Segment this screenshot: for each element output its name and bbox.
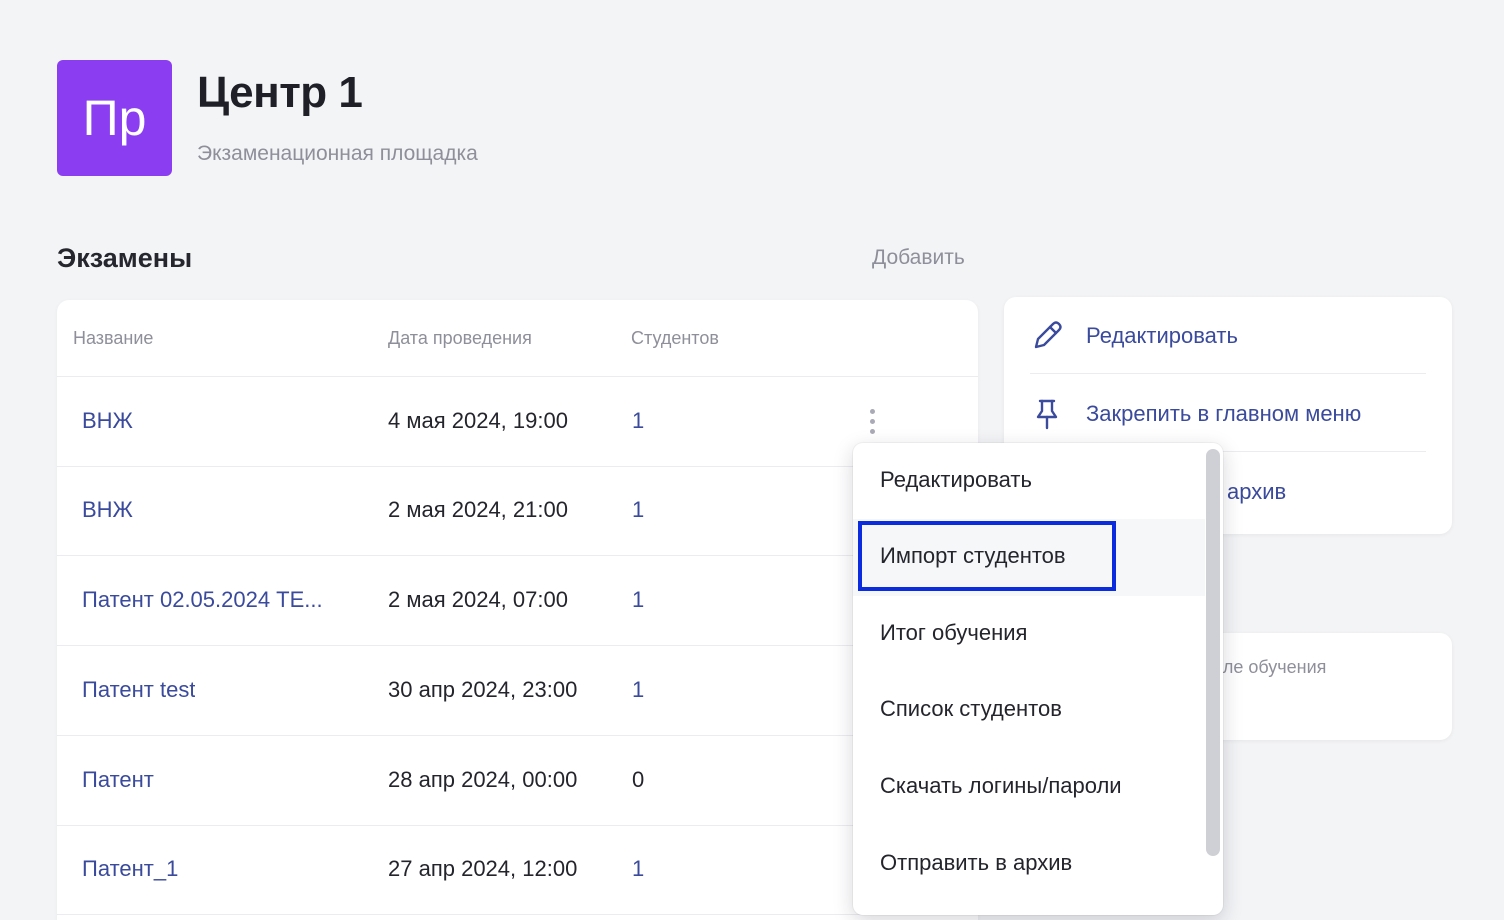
- student-count-link[interactable]: 1: [632, 587, 644, 613]
- exams-section-title: Экзамены: [57, 243, 193, 273]
- menu-item-label: Редактировать: [880, 467, 1032, 492]
- more-vertical-icon[interactable]: [862, 407, 882, 437]
- student-count-link[interactable]: 1: [632, 856, 644, 882]
- table-header: Название Дата проведения Студентов: [57, 300, 978, 377]
- edit-action[interactable]: Редактировать: [1030, 297, 1426, 374]
- exam-name-link[interactable]: Патент test: [82, 677, 195, 703]
- table-row: Патент 02.05.2024 ТЕ... 2 мая 2024, 07:0…: [57, 556, 978, 646]
- menu-item-label: Импорт студентов: [880, 543, 1066, 568]
- menu-item-download-credentials[interactable]: Скачать логины/пароли: [853, 749, 1205, 826]
- page-subtitle: Экзаменационная площадка: [197, 142, 478, 165]
- page: Пр Центр 1 Экзаменационная площадка Экза…: [0, 0, 1504, 920]
- menu-item-label: Список студентов: [880, 696, 1062, 721]
- menu-item-label: Отправить в архив: [880, 850, 1073, 875]
- pin-icon: [1036, 399, 1058, 430]
- pin-action[interactable]: Закрепить в главном меню: [1030, 375, 1426, 452]
- archive-action-label: архив: [1227, 479, 1287, 504]
- exam-name-link[interactable]: Патент: [82, 767, 154, 793]
- menu-item-label: Итог обучения: [880, 620, 1028, 645]
- menu-item-training-result[interactable]: Итог обучения: [853, 596, 1205, 673]
- exam-name-link[interactable]: Патент_1: [82, 856, 178, 882]
- exam-name-link[interactable]: Патент 02.05.2024 ТЕ...: [82, 587, 323, 613]
- page-title: Центр 1: [197, 68, 363, 117]
- table-row: ВНЖ 4 мая 2024, 19:00 1: [57, 377, 978, 467]
- menu-item-edit[interactable]: Редактировать: [853, 443, 1205, 520]
- column-header-name: Название: [73, 328, 154, 348]
- exam-date: 2 мая 2024, 21:00: [388, 497, 568, 522]
- pin-action-label: Закрепить в главном меню: [1086, 401, 1362, 426]
- context-menu: Редактировать Импорт студентов Итог обуч…: [853, 443, 1223, 915]
- avatar: Пр: [57, 60, 172, 176]
- table-row: ВНЖ 2 мая 2024, 21:00 1: [57, 466, 978, 556]
- student-count-link[interactable]: 1: [632, 497, 644, 523]
- student-count-link[interactable]: 1: [632, 677, 644, 703]
- exam-name-link[interactable]: ВНЖ: [82, 408, 133, 434]
- menu-item-student-list[interactable]: Список студентов: [853, 672, 1205, 749]
- menu-item-import-students[interactable]: Импорт студентов: [853, 519, 1205, 596]
- exam-name-link[interactable]: ВНЖ: [82, 497, 133, 523]
- student-count-link[interactable]: 1: [632, 408, 644, 434]
- menu-item-archive[interactable]: Отправить в архив: [853, 826, 1205, 903]
- exam-date: 30 апр 2024, 23:00: [388, 677, 578, 702]
- exams-table: Название Дата проведения Студентов ВНЖ 4…: [57, 300, 978, 920]
- pencil-icon: [1034, 321, 1062, 349]
- column-header-students: Студентов: [631, 328, 719, 348]
- menu-item-label: Скачать логины/пароли: [880, 773, 1122, 798]
- student-count: 0: [632, 767, 645, 792]
- menu-scrollbar[interactable]: [1206, 449, 1220, 856]
- table-row: Патент 28 апр 2024, 00:00 0: [57, 736, 978, 826]
- column-header-date: Дата проведения: [388, 328, 532, 348]
- exam-date: 28 апр 2024, 00:00: [388, 767, 578, 792]
- exam-date: 4 мая 2024, 19:00: [388, 408, 568, 433]
- edit-action-label: Редактировать: [1086, 323, 1238, 348]
- add-exam-link[interactable]: Добавить: [872, 246, 965, 270]
- table-row: Патент_1 27 апр 2024, 12:00 1: [57, 825, 978, 915]
- table-row: Патент test 30 апр 2024, 23:00 1: [57, 646, 978, 736]
- exam-date: 27 апр 2024, 12:00: [388, 856, 578, 881]
- exam-date: 2 мая 2024, 07:00: [388, 587, 568, 612]
